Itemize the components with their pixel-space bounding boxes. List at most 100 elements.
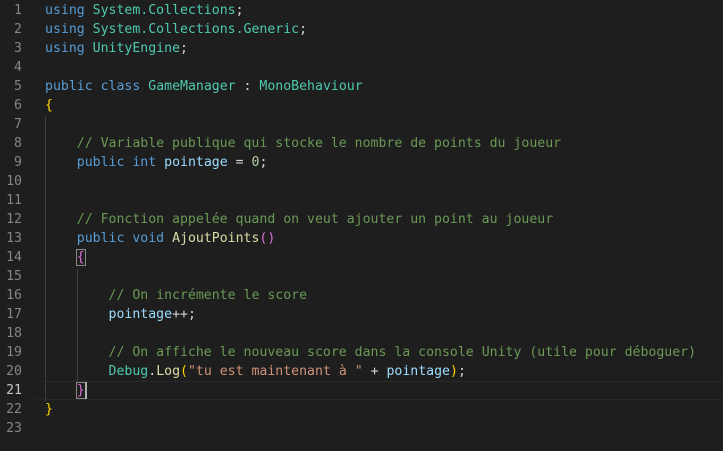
code-token: using	[45, 3, 85, 18]
code-line[interactable]: 10	[0, 172, 723, 191]
code-token: +	[362, 364, 387, 379]
code-text[interactable]: pointage++;	[45, 305, 196, 324]
code-line[interactable]: 20 Debug.Log("tu est maintenant à " + po…	[0, 362, 723, 381]
code-text[interactable]: {	[45, 96, 53, 115]
code-token: // On incrémente le score	[108, 288, 308, 303]
code-line[interactable]: 14 {	[0, 248, 723, 267]
code-token: Log	[156, 364, 181, 379]
code-token: {	[45, 98, 53, 113]
line-number: 12	[6, 212, 22, 227]
code-line[interactable]: 19 // On affiche le nouveau score dans l…	[0, 343, 723, 362]
code-line[interactable]: 11	[0, 191, 723, 210]
code-line[interactable]: 3 using UnityEngine;	[0, 39, 723, 58]
code-text[interactable]: public int pointage = 0;	[45, 153, 268, 172]
code-token: using	[45, 22, 85, 37]
code-line[interactable]: 8 // Variable publique qui stocke le nom…	[0, 134, 723, 153]
line-number: 5	[14, 79, 22, 94]
code-token: pointage	[386, 364, 450, 379]
code-text[interactable]: using System.Collections;	[45, 1, 244, 20]
line-number: 1	[14, 3, 22, 18]
line-number: 16	[6, 288, 22, 303]
code-text[interactable]: // Fonction appelée quand on veut ajoute…	[45, 210, 553, 229]
code-token: // Fonction appelée quand on veut ajoute…	[76, 212, 554, 227]
code-line[interactable]: 5 public class GameManager : MonoBehaviou…	[0, 77, 723, 96]
code-text[interactable]: }	[45, 400, 53, 419]
line-number: 7	[14, 117, 22, 132]
line-number: 19	[6, 345, 22, 360]
code-token: ;	[299, 22, 308, 37]
code-line[interactable]: 23	[0, 419, 723, 438]
line-number: 18	[6, 326, 22, 341]
code-token: public	[76, 155, 125, 170]
code-token: GameManager	[148, 79, 236, 94]
code-editor[interactable]: 1 using System.Collections; 2 using System.…	[0, 0, 723, 451]
code-line[interactable]: 12 // Fonction appelée quand on veut ajo…	[0, 210, 723, 229]
code-line[interactable]: 2 using System.Collections.Generic;	[0, 20, 723, 39]
code-token: int	[132, 155, 157, 170]
code-text[interactable]: using UnityEngine;	[45, 39, 188, 58]
code-token: AjoutPoints	[172, 231, 260, 246]
code-line[interactable]: 22}	[0, 400, 723, 419]
line-number: 23	[6, 421, 22, 436]
code-text[interactable]: Debug.Log("tu est maintenant à " + point…	[45, 362, 466, 381]
line-number: 20	[6, 364, 22, 379]
code-token: =	[227, 155, 252, 170]
code-line[interactable]: 7	[0, 115, 723, 134]
code-token: System.Collections	[92, 3, 236, 18]
line-number: 10	[6, 174, 22, 189]
line-number: 6	[14, 98, 22, 113]
code-line[interactable]: 18	[0, 324, 723, 343]
code-line[interactable]: 6{	[0, 96, 723, 115]
code-line[interactable]: 4	[0, 58, 723, 77]
code-line[interactable]: 13 public void AjoutPoints()	[0, 229, 723, 248]
code-line[interactable]: 21 }	[0, 381, 723, 400]
code-line[interactable]: 9 public int pointage = 0;	[0, 153, 723, 172]
code-token: ;	[180, 41, 188, 56]
code-token: .	[148, 364, 157, 379]
code-token: :	[235, 79, 260, 94]
code-line[interactable]: 17 pointage++;	[0, 305, 723, 324]
code-token: {	[75, 249, 86, 266]
code-text[interactable]: public void AjoutPoints()	[45, 229, 276, 248]
code-text[interactable]: // Variable publique qui stocke le nombr…	[45, 134, 561, 153]
line-number: 14	[6, 250, 22, 265]
code-text[interactable]: {	[45, 248, 86, 267]
code-token: using	[45, 41, 85, 56]
code-token: ()	[259, 231, 276, 246]
line-number: 8	[14, 136, 22, 151]
code-token: System.Collections.Generic	[92, 22, 300, 37]
code-line[interactable]: 1 using System.Collections;	[0, 1, 723, 20]
code-token: MonoBehaviour	[259, 79, 363, 94]
code-line[interactable]: 15	[0, 267, 723, 286]
code-token: ;	[457, 364, 466, 379]
code-token: )	[450, 364, 458, 379]
code-token: ;	[259, 155, 268, 170]
code-text[interactable]: using System.Collections.Generic;	[45, 20, 307, 39]
code-text[interactable]: // On affiche le nouveau score dans la c…	[45, 343, 697, 362]
code-token: }	[75, 382, 86, 399]
code-token: pointage	[108, 307, 173, 322]
code-token: ++;	[172, 307, 196, 322]
line-number: 13	[6, 231, 22, 246]
code-token: class	[100, 79, 141, 94]
code-line[interactable]: 16 // On incrémente le score	[0, 286, 723, 305]
code-text[interactable]: // On incrémente le score	[45, 286, 308, 305]
line-number: 21	[6, 383, 22, 398]
code-token: (	[180, 364, 188, 379]
line-number: 4	[14, 60, 22, 75]
line-number: 11	[6, 193, 22, 208]
code-text[interactable]: }	[45, 381, 87, 400]
code-token: // On affiche le nouveau score dans la c…	[108, 345, 697, 360]
line-number: 9	[14, 155, 22, 170]
code-text[interactable]: public class GameManager : MonoBehaviour	[45, 77, 363, 96]
